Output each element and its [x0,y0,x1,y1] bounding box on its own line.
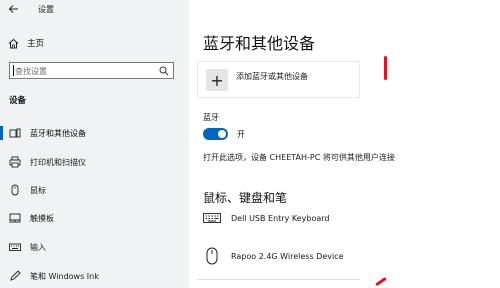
plus-icon: + [206,69,228,91]
home-link[interactable]: 主页 [8,36,44,50]
add-device-label: 添加蓝牙或其他设备 [236,72,308,81]
sidebar-item-label: 打印机和扫描仪 [30,157,86,167]
keyboard-icon [8,240,22,254]
sidebar-item-label: 触摸板 [30,213,54,223]
mouse-icon [203,247,225,265]
toggle-knob [218,130,226,138]
bluetooth-label: 蓝牙 [203,113,219,122]
main-content: 蓝牙和其他设备 + 添加蓝牙或其他设备 蓝牙 开 打开此选项，设备 CHEETA… [189,0,500,288]
sidebar-item-mouse[interactable]: 鼠标 [0,182,189,198]
section-title-input-devices: 鼠标、键盘和笔 [203,191,288,205]
annotation-mark [384,56,387,80]
bluetooth-toggle[interactable] [203,128,228,140]
search-input[interactable]: 查找设置 [9,62,174,79]
sidebar-item-label: 蓝牙和其他设备 [30,128,86,138]
annotation-mark [375,276,387,287]
back-arrow-icon[interactable] [8,3,20,15]
window-title: 设置 [38,5,54,14]
sidebar-item-printers[interactable]: 打印机和扫描仪 [0,154,189,170]
touchpad-icon [8,211,22,225]
search-icon[interactable] [159,66,169,76]
add-device-button[interactable]: + 添加蓝牙或其他设备 [197,61,360,98]
sidebar-item-input[interactable]: 输入 [0,239,189,255]
sidebar-item-bluetooth[interactable]: 蓝牙和其他设备 [0,125,189,141]
mouse-icon [8,183,22,197]
home-label: 主页 [27,39,45,49]
sidebar-item-label: 输入 [30,242,46,252]
bluetooth-state: 开 [237,130,245,139]
sidebar-item-label: 鼠标 [30,185,46,195]
page-title: 蓝牙和其他设备 [203,34,316,53]
home-icon [8,38,19,48]
device-item[interactable]: Rapoo 2.4G Wireless Device [203,246,344,266]
printer-icon [8,155,22,169]
bluetooth-devices-icon [8,126,22,140]
divider [197,279,360,280]
device-item[interactable]: Dell USB Entry Keyboard [203,208,329,228]
sidebar-item-touchpad[interactable]: 触摸板 [0,210,189,226]
device-name: Rapoo 2.4G Wireless Device [231,251,344,261]
text-caret [13,65,14,76]
section-title-devices: 设备 [9,96,27,106]
search-placeholder: 查找设置 [15,67,47,76]
sidebar-item-label: 笔和 Windows Ink [30,271,99,281]
discoverable-text: 打开此选项，设备 CHEETAH-PC 将可供其他用户连接 [203,153,395,162]
device-name: Dell USB Entry Keyboard [231,213,330,223]
keyboard-icon [203,212,225,224]
sidebar-item-pen[interactable]: 笔和 Windows Ink [0,268,189,284]
sidebar: 设置 主页 查找设置 设备 蓝牙和其他设备 打印机和扫描仪 鼠标 触摸板 输入 … [0,0,189,288]
pen-icon [8,269,22,283]
